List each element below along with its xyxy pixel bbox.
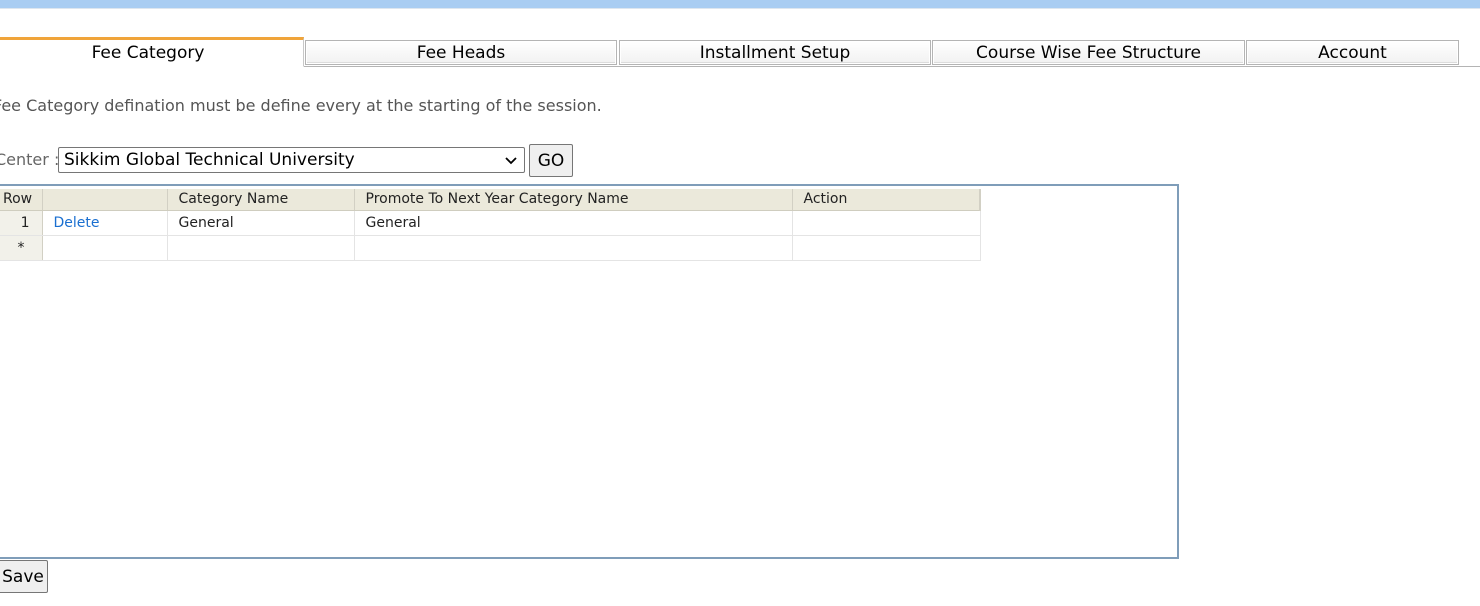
category-grid: Row Category Name Promote To Next Year C…: [0, 189, 981, 261]
tab-label: Installment Setup: [699, 42, 851, 63]
action-cell[interactable]: [792, 210, 981, 236]
save-button[interactable]: Save: [0, 560, 48, 593]
column-header-action[interactable]: Action: [792, 189, 981, 211]
session-info-text: Fee Category defination must be define e…: [0, 96, 602, 115]
grid-header-row: Row Category Name Promote To Next Year C…: [0, 189, 981, 211]
tab-label: Account: [1318, 42, 1387, 63]
chevron-down-icon: [505, 157, 517, 165]
new-row: *: [0, 235, 981, 261]
tab-fee-heads[interactable]: Fee Heads: [305, 40, 617, 65]
column-header-blank: [42, 189, 168, 211]
column-header-row: Row: [0, 189, 43, 211]
tab-label: Course Wise Fee Structure: [976, 42, 1201, 63]
row-number: 1: [0, 210, 43, 236]
delete-link-cell: Delete: [42, 210, 168, 236]
center-select[interactable]: Sikkim Global Technical University: [58, 147, 525, 173]
column-header-category-name[interactable]: Category Name: [167, 189, 355, 211]
top-banner-divider: [0, 8, 1480, 9]
new-promote-name-cell[interactable]: [354, 235, 793, 261]
column-header-promote-name[interactable]: Promote To Next Year Category Name: [354, 189, 793, 211]
tab-account[interactable]: Account: [1246, 40, 1459, 65]
center-label: Center :: [0, 150, 60, 169]
tab-label: Fee Heads: [416, 42, 506, 63]
go-button[interactable]: GO: [529, 144, 573, 177]
new-row-marker: *: [0, 235, 43, 261]
top-banner: [0, 0, 1480, 8]
delete-link[interactable]: Delete: [54, 215, 100, 231]
tab-fee-category[interactable]: Fee Category: [0, 37, 304, 67]
tab-installment-setup[interactable]: Installment Setup: [619, 40, 931, 65]
new-action-cell[interactable]: [792, 235, 981, 261]
new-row-link-cell: [42, 235, 168, 261]
promote-name-cell[interactable]: General: [354, 210, 793, 236]
center-selected-value: Sikkim Global Technical University: [64, 150, 355, 170]
table-row: 1 Delete General General: [0, 210, 981, 236]
tab-course-wise-fee-structure[interactable]: Course Wise Fee Structure: [932, 40, 1245, 65]
new-category-name-cell[interactable]: [167, 235, 355, 261]
tab-label: Fee Category: [91, 43, 205, 63]
category-name-cell[interactable]: General: [167, 210, 355, 236]
